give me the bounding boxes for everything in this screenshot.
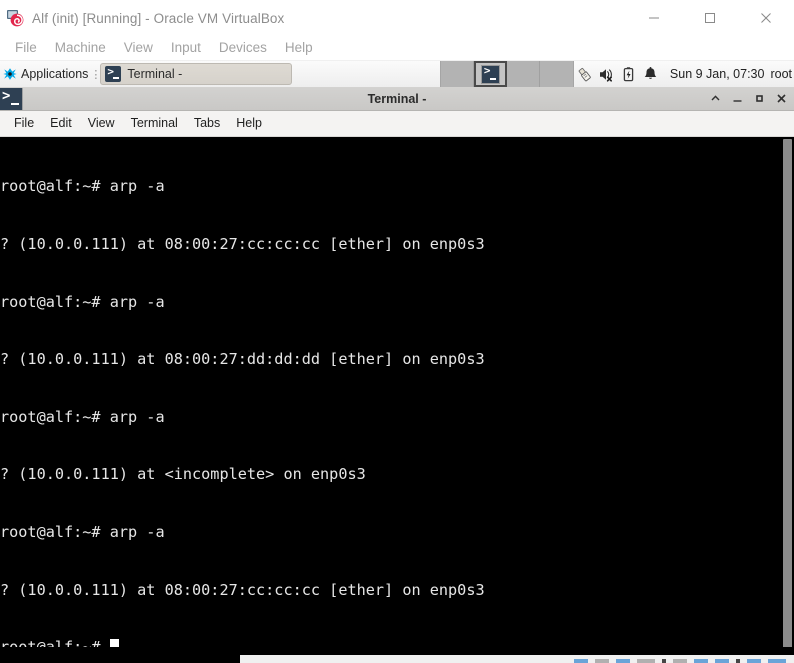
applications-label: Applications (21, 67, 89, 81)
terminal-body[interactable]: root@alf:~# arp -a ? (10.0.0.111) at 08:… (0, 137, 794, 663)
status-display-icon (694, 658, 708, 663)
terminal-icon (0, 87, 23, 110)
terminal-window-title: Terminal - (367, 91, 427, 106)
status-optical-icon (595, 658, 609, 663)
virtualbox-window-controls (626, 0, 794, 36)
terminal-minimize-button[interactable] (726, 87, 748, 110)
terminal-line: root@alf:~# arp -a (0, 292, 165, 311)
terminal-line: root@alf:~# arp -a (0, 522, 165, 541)
terminal-scrollbar[interactable] (781, 137, 794, 663)
battery-icon[interactable] (620, 65, 638, 83)
guest-screen: Applications ⋮ Terminal - (0, 61, 794, 663)
terminal-line: ? (10.0.0.111) at 08:00:27:cc:cc:cc [eth… (0, 235, 485, 253)
terminal-menu-edit[interactable]: Edit (42, 112, 80, 135)
panel-user-label[interactable]: root (770, 67, 794, 81)
terminal-titlebar[interactable]: Terminal - (0, 87, 794, 111)
terminal-maximize-button[interactable] (748, 87, 770, 110)
virtualbox-window: Alf (init) [Running] - Oracle VM Virtual… (0, 0, 794, 663)
terminal-line: ? (10.0.0.111) at <incomplete> on enp0s3 (0, 465, 366, 484)
usb-icon[interactable] (576, 65, 594, 83)
vbox-menu-devices[interactable]: Devices (210, 37, 276, 59)
terminal-line: ? (10.0.0.111) at 08:00:27:cc:cc:cc [eth… (0, 580, 485, 599)
panel-handle[interactable]: ⋮ (90, 61, 101, 87)
status-floppy-icon (616, 658, 630, 663)
window-tasklist: Terminal - (100, 61, 293, 87)
virtualbox-icon (6, 9, 24, 27)
terminal-line: root@alf:~# arp -a (0, 177, 165, 196)
status-host-key-icon (768, 658, 786, 663)
virtualbox-statusbar (0, 647, 794, 663)
virtualbox-minimize-button[interactable] (626, 0, 682, 36)
notification-bell-icon[interactable] (642, 65, 660, 83)
virtualbox-title: Alf (init) [Running] - Oracle VM Virtual… (32, 10, 285, 26)
terminal-menu-file[interactable]: File (6, 112, 42, 135)
terminal-shade-button[interactable] (704, 87, 726, 110)
system-tray (574, 61, 662, 87)
vbox-menu-view[interactable]: View (115, 37, 162, 59)
status-shared-folders-icon (673, 658, 687, 663)
terminal-output[interactable]: root@alf:~# arp -a ? (10.0.0.111) at 08:… (0, 137, 781, 663)
task-button-label: Terminal - (127, 67, 183, 81)
workspace-switcher (439, 61, 574, 87)
workspace-4[interactable] (540, 61, 573, 87)
vbox-menu-machine[interactable]: Machine (46, 37, 115, 59)
xfce-mouse-icon (2, 66, 18, 82)
xfce-panel: Applications ⋮ Terminal - (0, 61, 794, 88)
terminal-menu-terminal[interactable]: Terminal (123, 112, 186, 135)
panel-clock[interactable]: Sun 9 Jan, 07:30 (662, 67, 771, 81)
workspace-2[interactable] (473, 61, 507, 87)
virtualbox-statusbar-icons (240, 655, 794, 663)
terminal-menu-help[interactable]: Help (228, 112, 270, 135)
terminal-line: root@alf:~# arp -a (0, 407, 165, 426)
virtualbox-maximize-button[interactable] (682, 0, 738, 36)
virtualbox-menubar: File Machine View Input Devices Help (0, 36, 794, 61)
vbox-menu-help[interactable]: Help (276, 37, 322, 59)
task-button-terminal[interactable]: Terminal - (100, 63, 293, 85)
terminal-menu-view[interactable]: View (80, 112, 123, 135)
terminal-line: ? (10.0.0.111) at 08:00:27:dd:dd:dd [eth… (0, 350, 485, 369)
vbox-menu-file[interactable]: File (6, 37, 46, 59)
volume-muted-icon[interactable] (598, 65, 616, 83)
status-keyboard-icon (747, 658, 761, 663)
terminal-window: Terminal - File (0, 87, 794, 663)
terminal-window-controls (704, 87, 792, 110)
virtualbox-titlebar: Alf (init) [Running] - Oracle VM Virtual… (0, 0, 794, 36)
workspace-1[interactable] (441, 61, 474, 87)
vbox-menu-input[interactable]: Input (162, 37, 210, 59)
terminal-menubar: File Edit View Terminal Tabs Help (0, 111, 794, 137)
status-harddisk-icon (574, 658, 588, 663)
status-recording-icon (715, 658, 729, 663)
workspace-3[interactable] (507, 61, 540, 87)
terminal-scrollbar-thumb[interactable] (783, 139, 792, 663)
applications-menu-button[interactable]: Applications (0, 61, 91, 87)
status-usb-icon (662, 658, 666, 663)
terminal-close-button[interactable] (770, 87, 792, 110)
status-network-icon (637, 658, 655, 663)
virtualbox-close-button[interactable] (738, 0, 794, 36)
workspace-window-terminal-icon (480, 64, 500, 84)
terminal-icon (105, 65, 122, 82)
terminal-menu-tabs[interactable]: Tabs (186, 112, 228, 135)
status-mouse-icon (736, 658, 740, 663)
